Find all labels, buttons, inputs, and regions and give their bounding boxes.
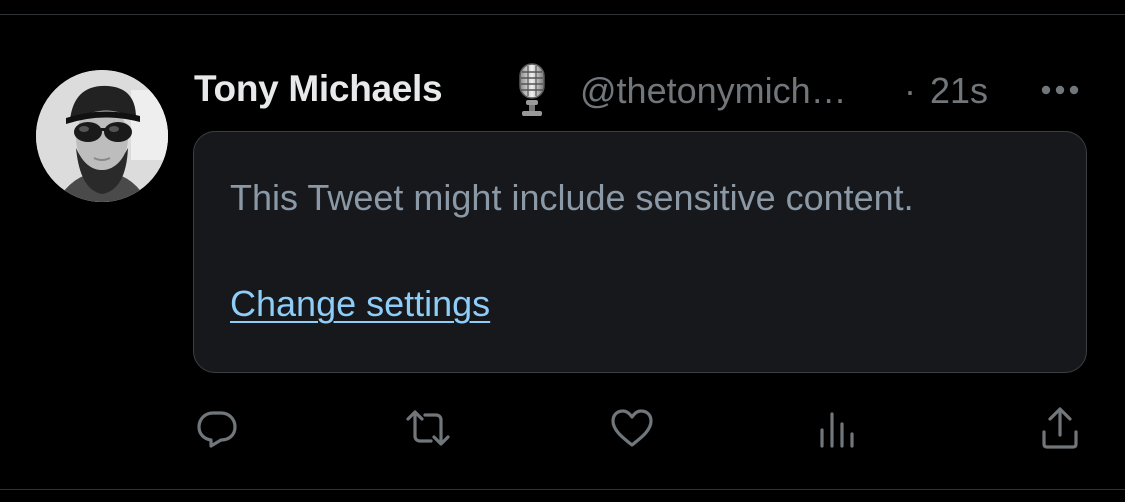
display-name[interactable]: Tony Michaels: [194, 68, 443, 110]
microphone-icon: [512, 62, 552, 118]
avatar[interactable]: [36, 70, 168, 202]
like-button[interactable]: [608, 404, 656, 452]
author-handle[interactable]: @thetonymich…: [580, 70, 847, 112]
reply-button[interactable]: [193, 404, 241, 452]
share-button[interactable]: [1036, 404, 1084, 452]
tweet-header: Tony Michaels @thetonymich… · 21s: [194, 62, 1094, 118]
sensitive-content-text: This Tweet might include sensitive conte…: [230, 177, 914, 218]
top-divider: [0, 14, 1125, 15]
more-options-icon[interactable]: [1032, 74, 1088, 106]
analytics-button[interactable]: [814, 404, 862, 452]
retweet-button[interactable]: [404, 404, 452, 452]
like-icon: [611, 409, 653, 447]
share-icon: [1042, 407, 1078, 449]
reply-icon: [197, 411, 237, 448]
bottom-divider: [0, 489, 1125, 490]
analytics-icon: [820, 412, 854, 448]
sensitive-content-notice: This Tweet might include sensitive conte…: [193, 131, 1087, 373]
retweet-icon: [406, 410, 450, 446]
profile-avatar: [36, 70, 168, 202]
tweet-action-bar: [0, 404, 1125, 452]
change-settings-link[interactable]: Change settings: [230, 280, 490, 328]
timestamp[interactable]: 21s: [930, 70, 988, 112]
separator-dot: ·: [904, 70, 916, 111]
